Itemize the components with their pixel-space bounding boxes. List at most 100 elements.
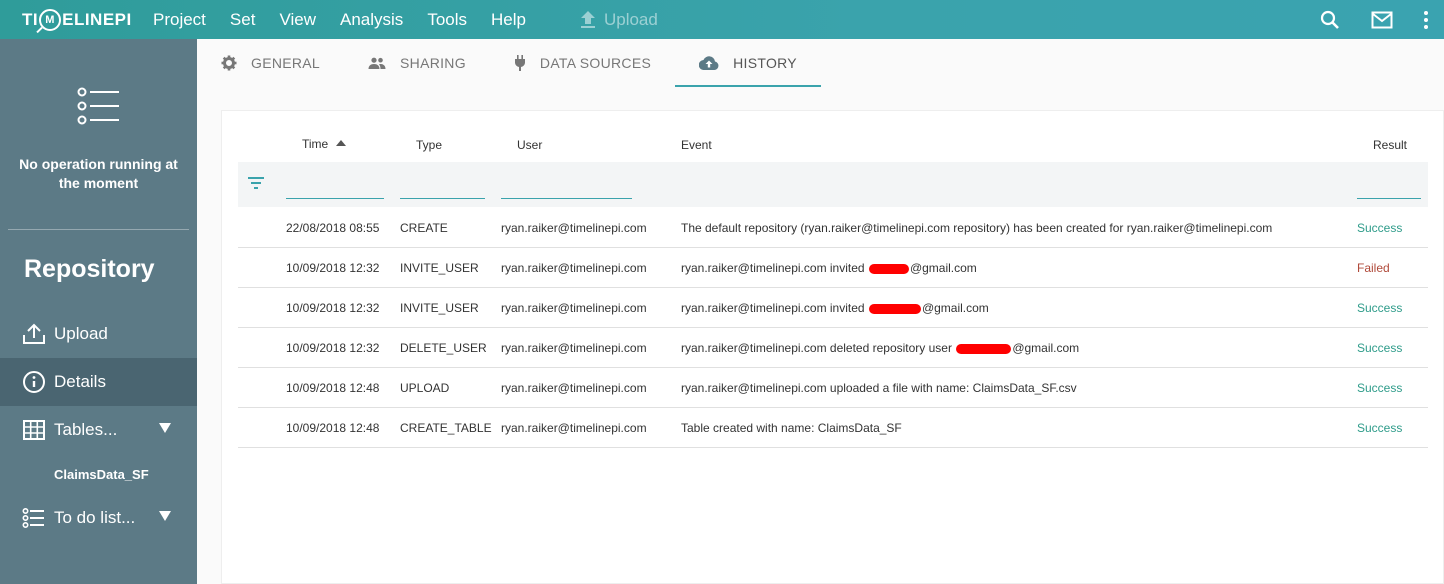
table-row[interactable]: 10/09/2018 12:32 DELETE_USER ryan.raiker… <box>238 328 1428 368</box>
menu-set[interactable]: Set <box>230 10 256 30</box>
cell-user: ryan.raiker@timelinepi.com <box>501 221 647 235</box>
sidebar-item-label: Upload <box>54 324 108 343</box>
caret-down-icon[interactable] <box>159 511 171 521</box>
logo-text-right: ELINEPI <box>62 9 132 29</box>
user-filter-input[interactable] <box>501 198 632 199</box>
menu-help[interactable]: Help <box>491 10 526 30</box>
table-row[interactable]: 22/08/2018 08:55 CREATE ryan.raiker@time… <box>238 208 1428 248</box>
column-header-event[interactable]: Event <box>681 138 712 152</box>
sidebar-item-tables[interactable]: Tables... <box>0 406 197 454</box>
column-header-user[interactable]: User <box>517 138 542 152</box>
cell-time: 10/09/2018 12:32 <box>286 341 380 355</box>
cell-result: Success <box>1357 341 1403 355</box>
tab-sharing[interactable]: SHARING <box>344 39 490 87</box>
cell-user: ryan.raiker@timelinepi.com <box>501 301 647 315</box>
logo-ring: M <box>39 8 62 31</box>
sidebar: No operation running at the moment Repos… <box>0 39 197 584</box>
table-row[interactable]: 10/09/2018 12:32 INVITE_USER ryan.raiker… <box>238 248 1428 288</box>
tab-history[interactable]: HISTORY <box>675 39 821 87</box>
cell-result: Success <box>1357 221 1403 235</box>
more-vert-icon[interactable] <box>1414 8 1438 32</box>
sidebar-item-details[interactable]: Details <box>0 358 197 406</box>
redaction-mark <box>868 263 909 274</box>
mail-icon[interactable] <box>1370 8 1394 32</box>
cell-event: ryan.raiker@timelinepi.com deleted repos… <box>681 341 1079 355</box>
menu-analysis[interactable]: Analysis <box>340 10 403 30</box>
cell-event: ryan.raiker@timelinepi.com uploaded a fi… <box>681 381 1077 395</box>
redaction-mark <box>956 343 1012 354</box>
sidebar-item-upload[interactable]: Upload <box>0 310 197 358</box>
column-header-type[interactable]: Type <box>416 138 442 152</box>
cell-result: Success <box>1357 421 1403 435</box>
time-filter-input[interactable] <box>286 198 384 199</box>
filter-row <box>238 162 1428 207</box>
upload-button-disabled[interactable]: Upload <box>580 10 658 30</box>
grid-icon <box>23 420 45 440</box>
tab-label: HISTORY <box>733 55 797 71</box>
gear-icon <box>221 55 237 71</box>
upload-icon <box>23 323 45 344</box>
upload-icon <box>580 10 595 28</box>
cell-time: 10/09/2018 12:48 <box>286 381 380 395</box>
tab-label: GENERAL <box>251 55 321 71</box>
table-row[interactable]: 10/09/2018 12:48 UPLOAD ryan.raiker@time… <box>238 368 1428 408</box>
logo-text-left: TI <box>22 9 39 29</box>
table-row[interactable]: 10/09/2018 12:48 CREATE_TABLE ryan.raike… <box>238 408 1428 448</box>
cell-type: INVITE_USER <box>400 301 479 315</box>
cell-time: 10/09/2018 12:32 <box>286 301 380 315</box>
operation-status-text: No operation running at the moment <box>19 156 178 191</box>
cell-event: The default repository (ryan.raiker@time… <box>681 221 1272 235</box>
list-icon <box>22 507 44 529</box>
event-text: ryan.raiker@timelinepi.com invited <box>681 301 865 315</box>
cell-result: Failed <box>1357 261 1390 275</box>
main-menu: Project Set View Analysis Tools Help <box>153 10 550 30</box>
logo-ring-letter: M <box>45 13 55 26</box>
result-filter-input[interactable] <box>1357 198 1421 199</box>
cell-type: DELETE_USER <box>400 341 487 355</box>
event-text-suffix: @gmail.com <box>909 261 977 275</box>
info-icon <box>23 371 45 393</box>
cell-user: ryan.raiker@timelinepi.com <box>501 421 647 435</box>
menu-tools[interactable]: Tools <box>427 10 467 30</box>
people-icon <box>368 57 386 69</box>
cell-event: Table created with name: ClaimsData_SF <box>681 421 902 435</box>
event-text-suffix: @gmail.com <box>921 301 989 315</box>
sidebar-item-label: Details <box>54 372 106 391</box>
cell-time: 10/09/2018 12:32 <box>286 261 380 275</box>
column-header-label: Time <box>302 137 329 151</box>
cell-time: 22/08/2018 08:55 <box>286 221 380 235</box>
cell-user: ryan.raiker@timelinepi.com <box>501 261 647 275</box>
column-header-time[interactable]: Time <box>302 137 346 151</box>
tab-label: DATA SOURCES <box>539 55 652 71</box>
tab-bar: GENERAL SHARING DATA SOURCES HISTORY <box>197 39 1444 87</box>
event-text: ryan.raiker@timelinepi.com deleted repos… <box>681 341 952 355</box>
cell-time: 10/09/2018 12:48 <box>286 421 380 435</box>
app-logo[interactable]: TI M ELINEPI <box>22 8 153 31</box>
caret-down-icon[interactable] <box>159 423 171 433</box>
event-text: ryan.raiker@timelinepi.com invited <box>681 261 865 275</box>
top-icons <box>1290 8 1444 32</box>
cell-type: INVITE_USER <box>400 261 479 275</box>
menu-view[interactable]: View <box>279 10 316 30</box>
filter-icon[interactable] <box>248 177 264 189</box>
tab-general[interactable]: GENERAL <box>197 39 344 87</box>
cell-user: ryan.raiker@timelinepi.com <box>501 341 647 355</box>
sidebar-subitem-claimsdata[interactable]: ClaimsData_SF <box>0 454 197 494</box>
sidebar-item-todo[interactable]: To do list... <box>0 494 197 542</box>
menu-project[interactable]: Project <box>153 10 206 30</box>
column-header-result[interactable]: Result <box>1373 138 1407 152</box>
operation-status: No operation running at the moment <box>0 39 197 229</box>
event-text: The default repository (ryan.raiker@time… <box>681 221 1273 235</box>
cell-type: UPLOAD <box>400 381 450 395</box>
sidebar-title: Repository <box>24 255 155 283</box>
redaction-mark <box>868 303 921 314</box>
table-row[interactable]: 10/09/2018 12:32 INVITE_USER ryan.raiker… <box>238 288 1428 328</box>
sidebar-item-label: To do list... <box>54 508 136 527</box>
cell-result: Success <box>1357 301 1403 315</box>
search-icon[interactable] <box>1318 8 1342 32</box>
event-text-suffix: @gmail.com <box>1012 341 1080 355</box>
cell-user: ryan.raiker@timelinepi.com <box>501 381 647 395</box>
tab-data-sources[interactable]: DATA SOURCES <box>490 39 675 87</box>
type-filter-input[interactable] <box>400 198 485 199</box>
cell-type: CREATE <box>400 221 448 235</box>
